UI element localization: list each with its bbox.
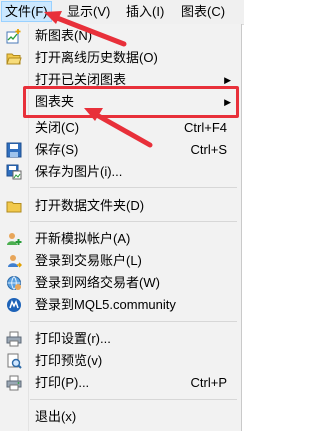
menu-item-open-demo-account[interactable]: 开新模拟帐户(A) <box>0 228 241 250</box>
menu-item-print[interactable]: 打印(P)... Ctrl+P <box>0 372 241 394</box>
save-icon <box>6 142 22 158</box>
add-user-icon <box>7 233 22 245</box>
menu-item-login-mql5[interactable]: 登录到MQL5.community <box>0 294 241 316</box>
folder-icon <box>6 201 22 213</box>
menu-item-label: 登录到交易账户(L) <box>35 253 142 268</box>
menu-separator <box>30 187 237 188</box>
menu-item-label: 保存为图片(i)... <box>35 164 123 179</box>
menu-bar: 文件(F) 显示(V) 插入(I) 图表(C) <box>0 0 244 25</box>
menu-charts[interactable]: 图表(C) <box>178 2 228 21</box>
print-setup-icon <box>6 331 22 347</box>
menu-item-label: 打印(P)... <box>35 375 90 390</box>
printer-icon <box>6 375 22 391</box>
menu-item-label: 保存(S) <box>35 142 79 157</box>
menu-item-save[interactable]: 保存(S) Ctrl+S <box>0 139 241 161</box>
network-trader-icon <box>7 276 21 290</box>
menu-separator <box>30 221 237 222</box>
open-folder-icon <box>6 53 22 65</box>
menu-separator <box>30 399 237 400</box>
menu-view[interactable]: 显示(V) <box>64 2 113 21</box>
menu-item-print-preview[interactable]: 打印预览(v) <box>0 350 241 372</box>
menu-item-label: 打印预览(v) <box>35 353 103 368</box>
login-user-icon <box>8 255 22 268</box>
menu-item-label: 开新模拟帐户(A) <box>35 231 131 246</box>
new-chart-icon <box>6 29 21 44</box>
menu-item-label: 登录到网络交易者(W) <box>35 275 160 290</box>
annotation-highlight-box <box>23 86 239 118</box>
menu-item-login-web-trader[interactable]: 登录到网络交易者(W) <box>0 272 241 294</box>
menu-item-exit[interactable]: 退出(x) <box>0 406 241 428</box>
menu-item-label: 退出(x) <box>35 409 77 424</box>
menu-item-save-as-picture[interactable]: 保存为图片(i)... <box>0 161 241 183</box>
menu-item-label: 打印设置(r)... <box>35 331 111 346</box>
menu-item-label: 登录到MQL5.community <box>35 297 176 312</box>
save-image-icon <box>6 164 22 180</box>
menu-item-print-setup[interactable]: 打印设置(r)... <box>0 328 241 350</box>
menu-item-open-offline[interactable]: 打开离线历史数据(O) <box>0 47 241 69</box>
shortcut-label: Ctrl+P <box>190 375 227 390</box>
menu-item-label: 新图表(N) <box>35 28 93 43</box>
print-preview-icon <box>7 353 22 369</box>
shortcut-label: Ctrl+S <box>190 142 227 157</box>
menu-item-label: 打开离线历史数据(O) <box>35 50 158 65</box>
menu-item-label: 关闭(C) <box>35 120 80 135</box>
menu-separator <box>30 321 237 322</box>
menu-item-new-chart[interactable]: 新图表(N) <box>0 25 241 47</box>
mql5-icon <box>7 298 21 312</box>
menu-insert[interactable]: 插入(I) <box>123 2 167 21</box>
shortcut-label: Ctrl+F4 <box>184 120 227 135</box>
menu-file[interactable]: 文件(F) <box>1 1 52 22</box>
menu-item-open-data-folder[interactable]: 打开数据文件夹(D) <box>0 195 241 217</box>
menu-item-close[interactable]: 关闭(C) Ctrl+F4 <box>0 117 241 139</box>
menu-item-login-trade-account[interactable]: 登录到交易账户(L) <box>0 250 241 272</box>
menu-item-label: 打开数据文件夹(D) <box>35 198 145 213</box>
